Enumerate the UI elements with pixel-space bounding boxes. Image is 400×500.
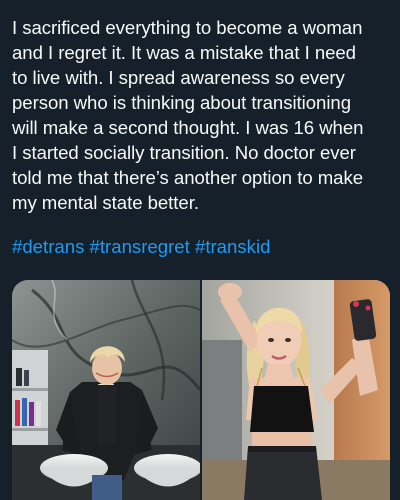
selfie-photo-illustration — [202, 280, 390, 500]
media-grid — [12, 280, 390, 500]
hashtag-detrans[interactable]: #detrans — [12, 236, 84, 257]
salon-photo-illustration — [12, 280, 200, 500]
hashtag-transkid[interactable]: #transkid — [195, 236, 270, 257]
media-photo-selfie[interactable] — [202, 280, 390, 500]
media-photo-salon[interactable] — [12, 280, 200, 500]
hashtag-transregret[interactable]: #transregret — [90, 236, 190, 257]
hashtag-row: #detrans #transregret #transkid — [12, 234, 392, 259]
post-text: I sacrificed everything to become a woma… — [12, 17, 364, 213]
